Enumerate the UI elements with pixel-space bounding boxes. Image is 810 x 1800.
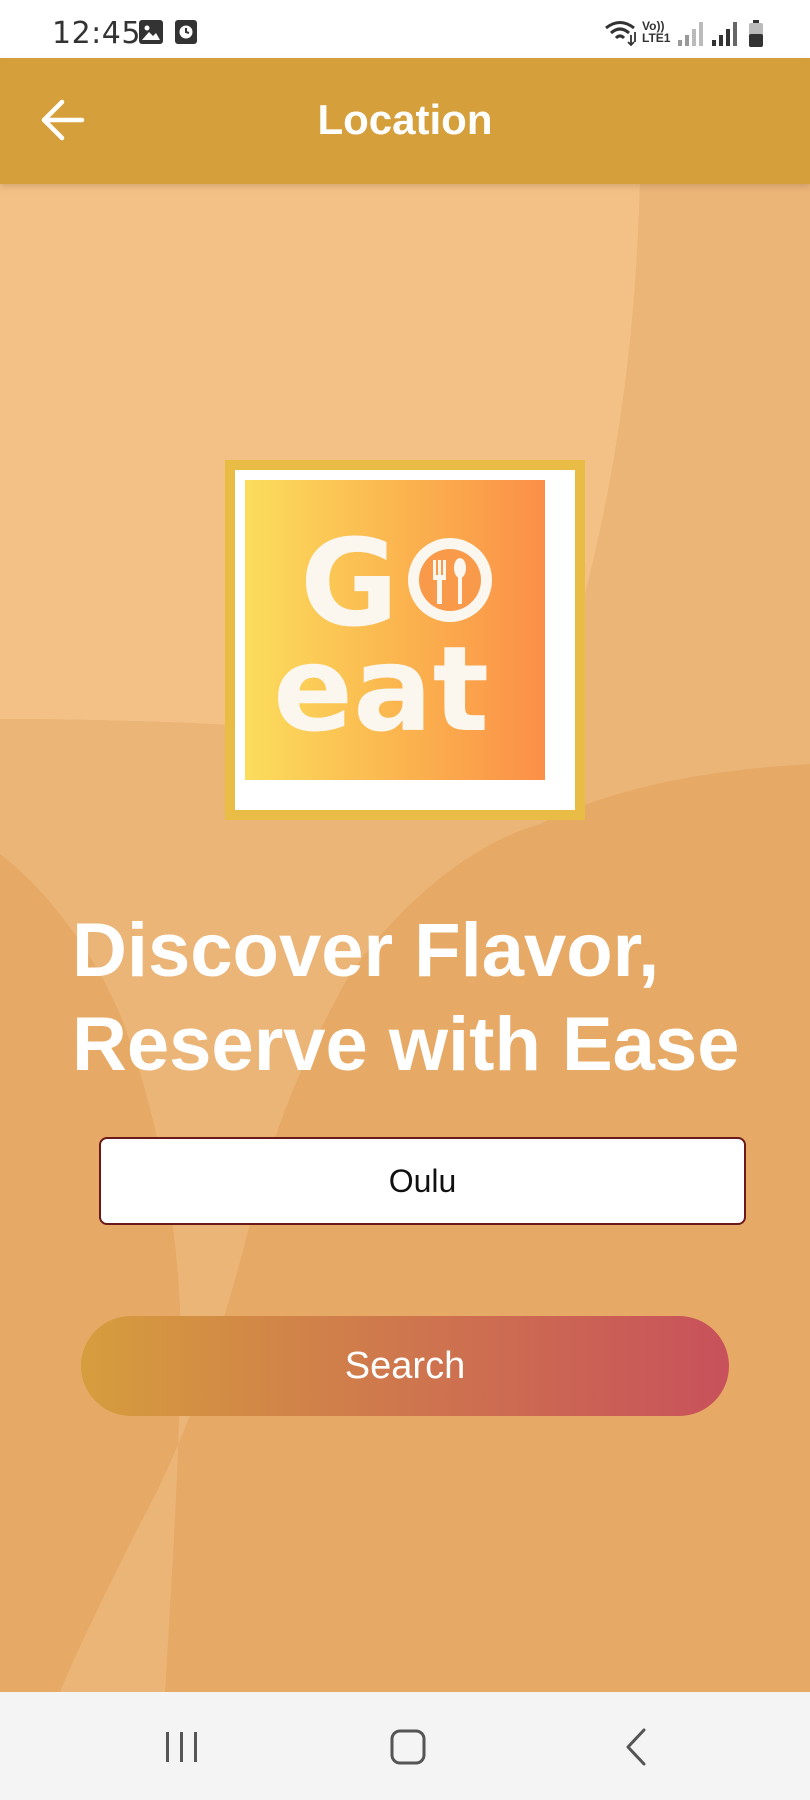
clock-icon xyxy=(175,20,197,44)
svg-text:eat: eat xyxy=(273,620,489,758)
recent-apps-icon[interactable] xyxy=(152,1722,212,1772)
logo-artwork: G eat xyxy=(273,515,492,758)
signal-icon xyxy=(678,22,703,46)
system-nav-bar xyxy=(0,1692,810,1800)
wifi-icon xyxy=(605,21,636,46)
headline-line-2: Reserve with Ease xyxy=(72,1002,740,1087)
headline: Discover Flavor, Reserve with Ease xyxy=(72,904,792,1092)
image-icon xyxy=(139,20,163,44)
back-nav-icon[interactable] xyxy=(606,1722,666,1772)
status-bar: 12:45 Vo)) LTE1 xyxy=(0,0,810,58)
go-eat-logo: G eat xyxy=(225,460,585,820)
headline-line-1: Discover Flavor, xyxy=(72,908,660,993)
search-button[interactable]: Search xyxy=(81,1316,729,1416)
main-content: G eat Discover Flavor, Reserve with Ease… xyxy=(0,184,810,1692)
status-right-group: Vo)) LTE1 xyxy=(580,0,810,58)
home-icon[interactable] xyxy=(378,1722,438,1772)
location-input[interactable] xyxy=(99,1137,746,1225)
network-label: Vo)) LTE1 xyxy=(642,19,671,45)
page-title: Location xyxy=(317,96,493,143)
status-time: 12:45 xyxy=(52,16,141,51)
battery-icon xyxy=(749,20,763,47)
app-bar: Location xyxy=(0,58,810,184)
signal-icon xyxy=(712,22,737,46)
